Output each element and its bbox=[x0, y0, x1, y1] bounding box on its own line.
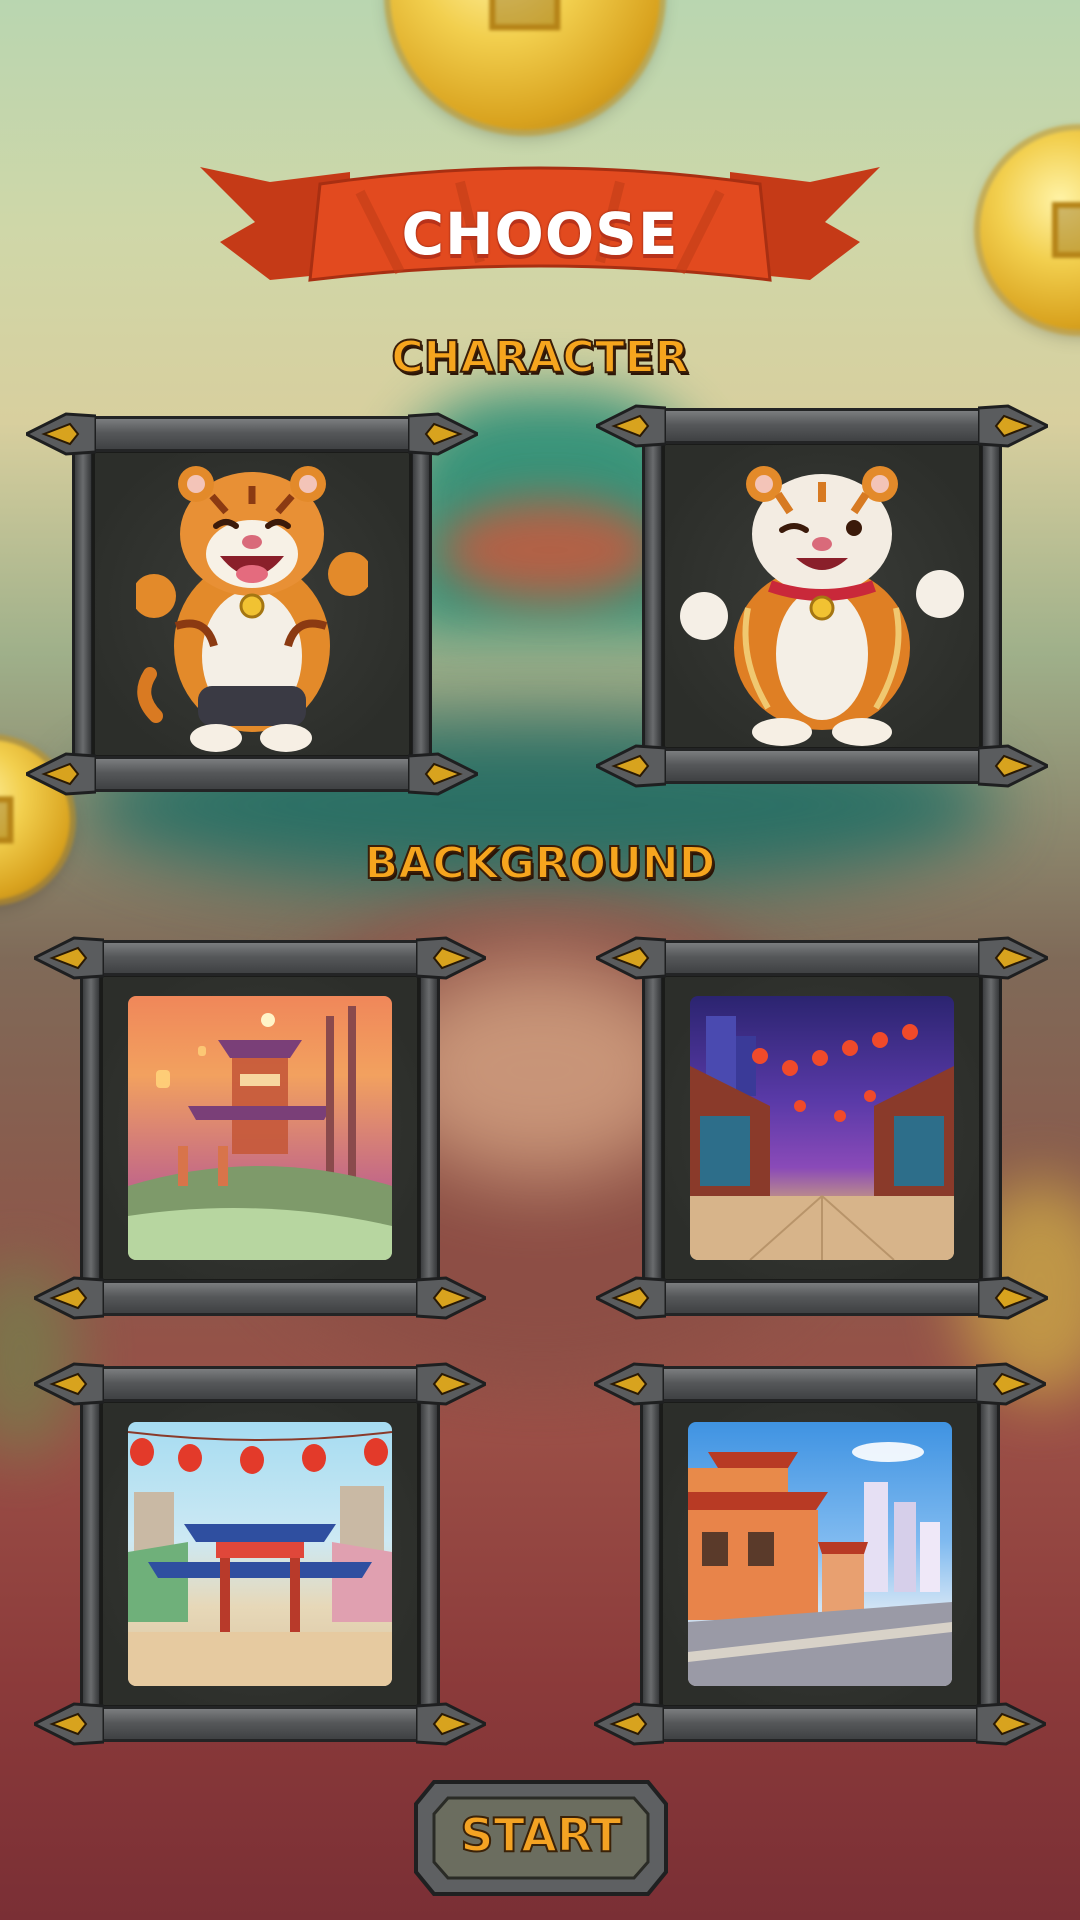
page-title: CHOOSE bbox=[401, 200, 679, 268]
gold-coin-icon bbox=[390, 0, 660, 130]
pagoda-city-street-scene bbox=[688, 1422, 952, 1686]
background-option-1[interactable] bbox=[34, 936, 486, 1320]
character-option-1[interactable] bbox=[26, 412, 478, 796]
background-section-label: BACKGROUND bbox=[364, 837, 716, 890]
character-section-label: CHARACTER bbox=[390, 331, 689, 384]
tiger-character-icon bbox=[136, 466, 368, 752]
night-lantern-street-scene bbox=[690, 996, 954, 1260]
gold-coin-icon bbox=[980, 130, 1080, 330]
tiger-character-icon bbox=[680, 466, 964, 746]
background-option-4[interactable] bbox=[594, 1362, 1046, 1746]
start-button-label: START bbox=[459, 1807, 622, 1863]
sunset-gate-scene bbox=[128, 996, 392, 1260]
day-gate-lantern-scene bbox=[128, 1422, 392, 1686]
background-option-2[interactable] bbox=[596, 936, 1048, 1320]
background-option-3[interactable] bbox=[34, 1362, 486, 1746]
title-banner: CHOOSE bbox=[200, 162, 880, 302]
character-option-2[interactable] bbox=[596, 404, 1048, 788]
start-button[interactable]: START bbox=[412, 1778, 670, 1898]
